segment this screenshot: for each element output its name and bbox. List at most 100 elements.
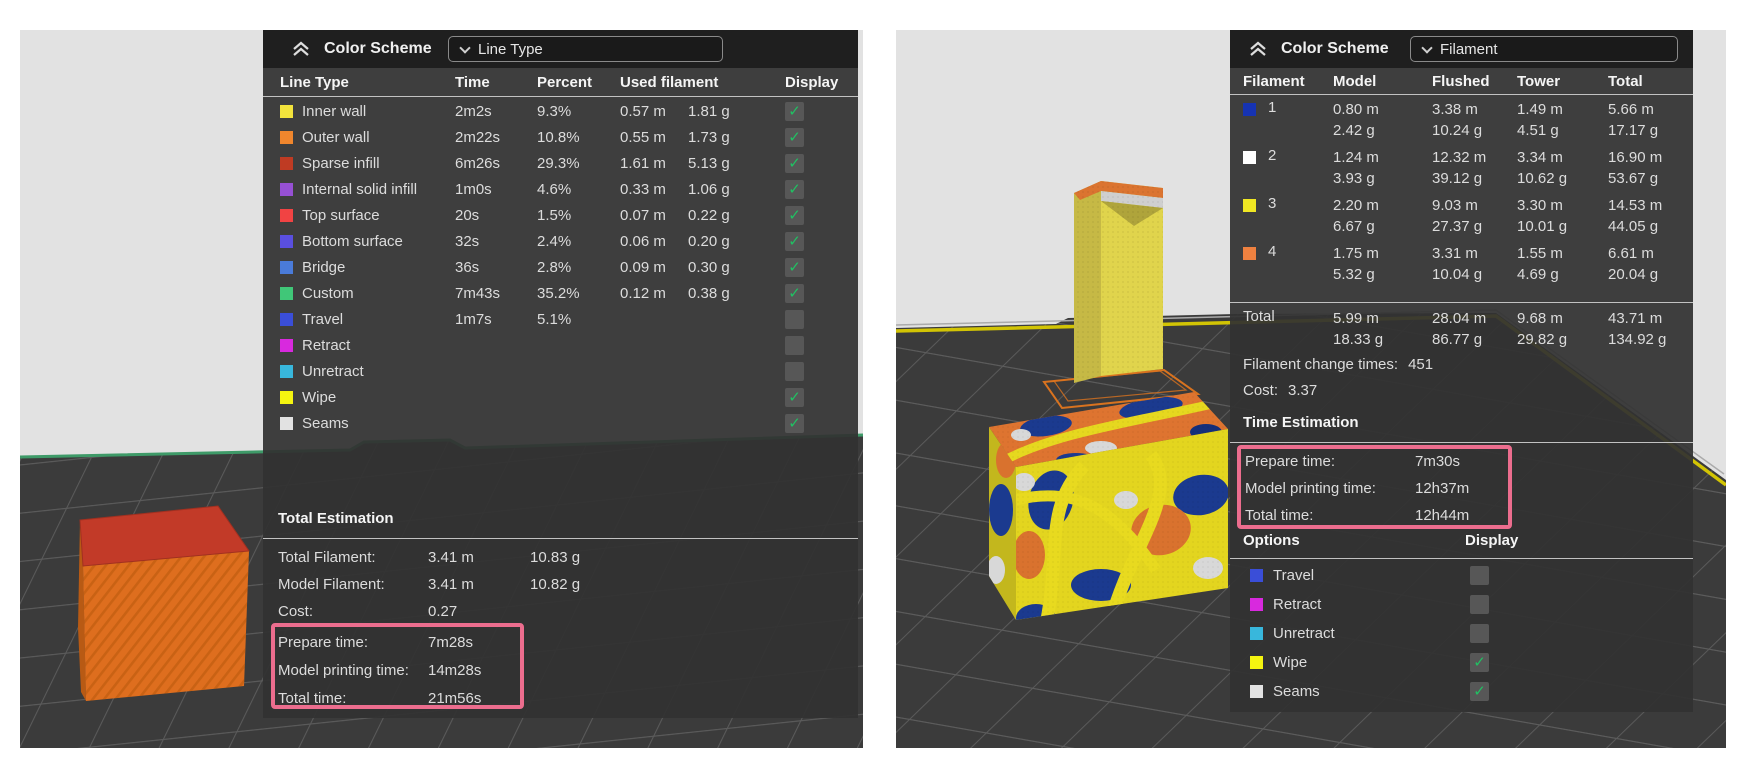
col-flushed: Flushed [1432,72,1490,90]
color-swatch [280,104,293,118]
color-swatch [280,416,293,430]
filament-number: 4 [1268,243,1277,260]
options-rows: Travel Retract Unretract Wipe ✓ Seams ✓ [1230,561,1693,706]
time-value: 12h44m [1415,507,1470,524]
col-total: Total [1608,72,1643,90]
color-swatch [280,390,293,404]
stat-label: Cost: [278,603,314,620]
row-label: Internal solid infill [302,180,418,198]
color-swatch [280,364,293,378]
table-row: Internal solid infill 1m0s 4.6% 0.33 m 1.06 … [263,176,858,202]
row-label: Unretract [302,362,364,380]
display-checkbox[interactable]: ✓ [785,153,804,173]
color-swatch [280,234,293,248]
filament-number: 1 [1268,99,1277,116]
display-checkbox[interactable]: ✓ [785,283,804,303]
row-label: Outer wall [302,128,370,146]
line-type-stats-panel: Color Scheme Line Type Line Type Time Pe… [263,30,858,718]
col-time: Time [455,73,490,91]
stat-label: Model Filament: [278,576,385,593]
time-value: 7m30s [1415,453,1461,470]
time-label: Model printing time: [278,661,409,679]
time-label: Total time: [278,689,347,707]
display-checkbox[interactable] [785,335,804,355]
display-checkbox[interactable] [785,309,804,329]
col-display: Display [785,73,839,91]
collapse-panel-icon[interactable] [1248,41,1268,57]
filament-number: 3 [1268,195,1277,212]
time-value: 7m28s [428,633,474,651]
table-row: Sparse infill 6m26s 29.3% 1.61 m 5.13 g ✓ [263,150,858,176]
divider [1230,558,1693,559]
option-row: Wipe ✓ [1230,648,1693,677]
display-checkbox[interactable]: ✓ [785,127,804,147]
time-rows: Prepare time: 7m28s Model printing time: 1… [263,628,858,712]
table-row: 3 2.20 m 6.67 g 9.03 m 27.37 g 3.30 m 10.01 g1… [1230,192,1693,240]
table-row: 1 0.80 m 2.42 g 3.38 m 10.24 g 1.49 m 4.51 g 5.… [1230,96,1693,144]
time-label: Total time: [1245,507,1314,524]
option-label: Wipe [1273,654,1308,671]
total-row: Total 5.99 m 18.33 g 28.04 m 86.77 g 9.68 … [1243,308,1667,348]
color-swatch [1250,627,1263,640]
display-checkbox[interactable]: ✓ [785,205,804,225]
display-checkbox[interactable]: ✓ [785,179,804,199]
color-swatch [280,286,293,300]
table-header: Line Type Time Percent Used filament Dis… [263,68,858,96]
color-scheme-dropdown[interactable]: Filament [1410,36,1678,62]
filament-swatch [1243,247,1256,260]
display-checkbox[interactable]: ✓ [785,257,804,277]
display-checkbox[interactable]: ✓ [785,387,804,407]
option-label: Seams [1273,683,1320,700]
options-display-label: Display [1465,532,1519,549]
table-row: Top surface 20s 1.5% 0.07 m 0.22 g ✓ [263,202,858,228]
display-checkbox[interactable] [1470,566,1489,585]
total-label: Total [1243,308,1275,325]
col-used-filament: Used filament [620,73,719,91]
display-checkbox[interactable]: ✓ [785,231,804,251]
cost-row: Cost: 3.37 [1243,381,1318,399]
time-value: 12h37m [1415,480,1470,497]
display-checkbox[interactable] [1470,624,1489,643]
table-row: Bridge 36s 2.8% 0.09 m 0.30 g ✓ [263,254,858,280]
row-label: Bridge [302,258,346,276]
option-label: Unretract [1273,625,1335,642]
color-swatch [1250,598,1263,611]
row-label: Inner wall [302,102,367,120]
display-checkbox[interactable] [1470,595,1489,614]
filament-rows: 1 0.80 m 2.42 g 3.38 m 10.24 g 1.49 m 4.51 g 5.… [1230,96,1693,288]
color-swatch [280,182,293,196]
filament-number: 2 [1268,147,1277,164]
color-swatch [280,338,293,352]
col-filament: Filament [1243,72,1305,90]
color-scheme-dropdown[interactable]: Line Type [448,36,723,62]
option-row: Travel [1230,561,1693,590]
cost-value: 3.37 [1288,381,1318,399]
chevron-down-icon [459,41,471,54]
color-swatch [1250,569,1263,582]
display-checkbox[interactable]: ✓ [785,413,804,433]
filament-change-value: 451 [1408,355,1434,373]
stat-length: 3.41 m [428,576,474,593]
color-swatch [280,208,293,222]
row-label: Retract [302,336,351,354]
table-row: Inner wall 2m2s 9.3% 0.57 m 1.81 g ✓ [263,98,858,124]
divider [263,538,858,539]
option-row: Unretract [1230,619,1693,648]
collapse-panel-icon[interactable] [291,41,311,57]
table-row: Unretract [263,358,858,384]
row-label: Top surface [302,206,380,224]
stat-weight: 10.83 g [530,549,581,566]
time-label: Prepare time: [1245,453,1336,470]
display-checkbox[interactable] [785,361,804,381]
divider [1230,302,1693,303]
divider [1230,442,1693,443]
display-checkbox[interactable]: ✓ [1470,653,1489,672]
panel-title: Color Scheme [324,40,432,57]
display-checkbox[interactable]: ✓ [785,101,804,121]
panel-title: Color Scheme [1281,40,1389,57]
table-row: Seams ✓ [263,410,858,436]
right-screenshot: Color Scheme Filament Filament Model Flu… [896,30,1726,748]
printed-cube-model[interactable] [78,505,250,701]
display-checkbox[interactable]: ✓ [1470,682,1489,701]
filament-change-row: Filament change times: 451 [1243,355,1434,373]
